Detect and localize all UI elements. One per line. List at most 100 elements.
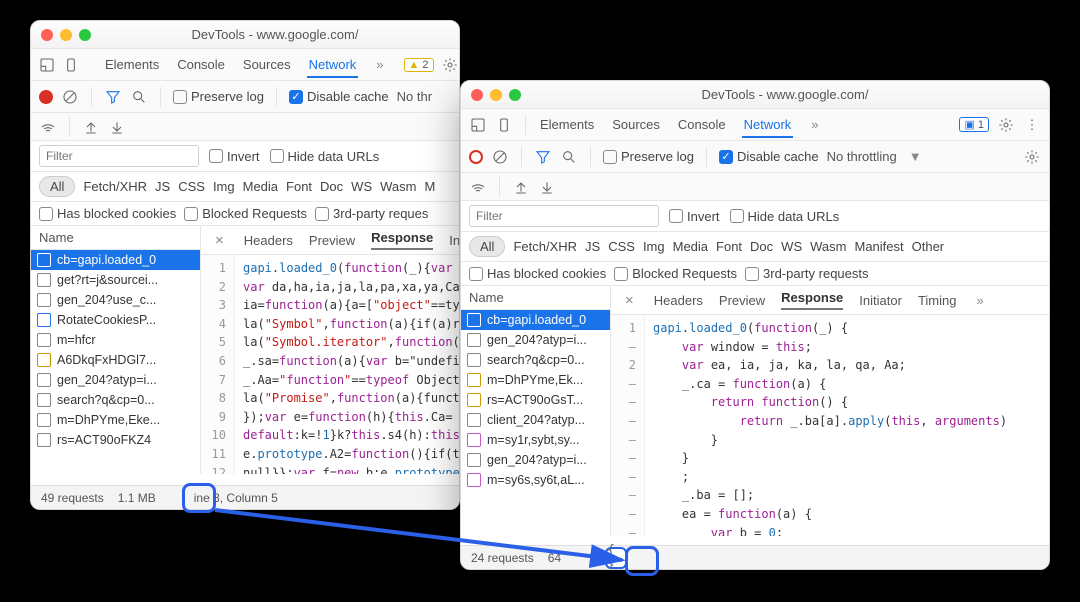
detail-tab-preview[interactable]: Preview	[309, 233, 355, 248]
type-img[interactable]: Img	[213, 179, 235, 194]
filter-funnel-icon[interactable]	[534, 148, 552, 166]
warning-badge[interactable]: ▲2	[404, 58, 434, 72]
type-ws[interactable]: WS	[781, 239, 802, 254]
type-media[interactable]: Media	[243, 179, 278, 194]
response-code-view[interactable]: 1–2––––––––––– gapi.loaded_0(function(_)…	[611, 315, 1049, 536]
more-tabs-chevron-icon[interactable]: »	[807, 117, 822, 132]
detail-tab-initiator[interactable]: Initiator	[859, 293, 902, 308]
blocked-requests-checkbox[interactable]: Blocked Requests	[184, 206, 307, 221]
tab-elements[interactable]: Elements	[538, 111, 596, 138]
detail-tab-initiator[interactable]: In	[449, 233, 459, 248]
more-menu-icon[interactable]: ⋮	[1023, 116, 1041, 134]
request-row[interactable]: m=DhPYme,Eke...	[31, 410, 200, 430]
titlebar[interactable]: DevTools - www.google.com/	[31, 21, 459, 49]
blocked-cookies-checkbox[interactable]: Has blocked cookies	[39, 206, 176, 221]
request-row[interactable]: gen_204?atyp=i...	[461, 330, 610, 350]
settings-gear-icon[interactable]	[997, 116, 1015, 134]
type-manifest[interactable]: Manifest	[854, 239, 903, 254]
search-icon[interactable]	[130, 88, 148, 106]
detail-tab-headers[interactable]: Headers	[244, 233, 293, 248]
type-font[interactable]: Font	[286, 179, 312, 194]
blocked-cookies-checkbox[interactable]: Has blocked cookies	[469, 266, 606, 281]
detail-tab-response[interactable]: Response	[781, 290, 843, 310]
hide-data-urls-checkbox[interactable]: Hide data URLs	[730, 209, 840, 224]
type-wasm[interactable]: Wasm	[810, 239, 846, 254]
response-code-view[interactable]: 123456789101112131415 gapi.loaded_0(func…	[201, 255, 459, 474]
tab-console[interactable]: Console	[676, 111, 728, 138]
detail-tab-timing[interactable]: Timing	[918, 293, 957, 308]
network-settings-gear-icon[interactable]	[1023, 148, 1041, 166]
close-window-button[interactable]	[41, 29, 53, 41]
type-manifest[interactable]: M	[424, 179, 435, 194]
search-icon[interactable]	[560, 148, 578, 166]
type-other[interactable]: Other	[912, 239, 945, 254]
disable-cache-checkbox[interactable]: Disable cache	[719, 149, 819, 164]
invert-checkbox[interactable]: Invert	[209, 149, 260, 164]
request-row[interactable]: search?q&cp=0...	[31, 390, 200, 410]
preserve-log-checkbox[interactable]: Preserve log	[603, 149, 694, 164]
record-button[interactable]	[39, 90, 53, 104]
request-row[interactable]: cb=gapi.loaded_0	[461, 310, 610, 330]
throttling-select[interactable]: No thr	[397, 89, 432, 104]
network-conditions-icon[interactable]	[39, 118, 57, 136]
invert-checkbox[interactable]: Invert	[669, 209, 720, 224]
tab-console[interactable]: Console	[175, 51, 227, 78]
minimize-window-button[interactable]	[60, 29, 72, 41]
request-row[interactable]: m=hfcr	[31, 330, 200, 350]
request-row[interactable]: gen_204?atyp=i...	[461, 450, 610, 470]
type-js[interactable]: JS	[585, 239, 600, 254]
network-conditions-icon[interactable]	[469, 178, 487, 196]
type-media[interactable]: Media	[673, 239, 708, 254]
detail-tab-preview[interactable]: Preview	[719, 293, 765, 308]
type-fetch[interactable]: Fetch/XHR	[513, 239, 577, 254]
tab-sources[interactable]: Sources	[610, 111, 662, 138]
request-row[interactable]: rs=ACT90oFKZ4	[31, 430, 200, 450]
settings-gear-icon[interactable]	[442, 56, 458, 74]
clear-icon[interactable]	[491, 148, 509, 166]
request-row[interactable]: gen_204?use_c...	[31, 290, 200, 310]
request-row[interactable]: m=sy1r,sybt,sy...	[461, 430, 610, 450]
type-js[interactable]: JS	[155, 179, 170, 194]
request-row[interactable]: cb=gapi.loaded_0	[31, 250, 200, 270]
pretty-print-button[interactable]: { }	[605, 547, 627, 569]
tab-sources[interactable]: Sources	[241, 51, 293, 78]
minimize-window-button[interactable]	[490, 89, 502, 101]
name-column-header[interactable]: Name	[39, 230, 74, 245]
type-doc[interactable]: Doc	[320, 179, 343, 194]
request-row[interactable]: gen_204?atyp=i...	[31, 370, 200, 390]
filter-input[interactable]	[469, 205, 659, 227]
type-img[interactable]: Img	[643, 239, 665, 254]
more-tabs-chevron-icon[interactable]: »	[372, 57, 387, 72]
device-toggle-icon[interactable]	[495, 116, 513, 134]
throttling-dropdown-icon[interactable]: ▼	[905, 149, 926, 164]
blocked-requests-checkbox[interactable]: Blocked Requests	[614, 266, 737, 281]
filter-input[interactable]	[39, 145, 199, 167]
third-party-checkbox[interactable]: 3rd-party reques	[315, 206, 428, 221]
download-har-icon[interactable]	[108, 118, 126, 136]
detail-tab-headers[interactable]: Headers	[654, 293, 703, 308]
type-ws[interactable]: WS	[351, 179, 372, 194]
close-detail-icon[interactable]: ×	[211, 232, 228, 249]
download-har-icon[interactable]	[538, 178, 556, 196]
hide-data-urls-checkbox[interactable]: Hide data URLs	[270, 149, 380, 164]
name-column-header[interactable]: Name	[469, 290, 504, 305]
inspect-element-icon[interactable]	[39, 56, 55, 74]
request-row[interactable]: client_204?atyp...	[461, 410, 610, 430]
request-row[interactable]: m=DhPYme,Ek...	[461, 370, 610, 390]
detail-tab-response[interactable]: Response	[371, 230, 433, 250]
throttling-select[interactable]: No throttling	[827, 149, 897, 164]
device-toggle-icon[interactable]	[63, 56, 79, 74]
request-row[interactable]: get?rt=j&sourcei...	[31, 270, 200, 290]
record-button[interactable]	[469, 150, 483, 164]
tab-network[interactable]: Network	[307, 51, 359, 78]
close-window-button[interactable]	[471, 89, 483, 101]
disable-cache-checkbox[interactable]: Disable cache	[289, 89, 389, 104]
type-wasm[interactable]: Wasm	[380, 179, 416, 194]
request-row[interactable]: rs=ACT90oGsT...	[461, 390, 610, 410]
maximize-window-button[interactable]	[79, 29, 91, 41]
request-row[interactable]: m=sy6s,sy6t,aL...	[461, 470, 610, 490]
request-row[interactable]: search?q&cp=0...	[461, 350, 610, 370]
type-all[interactable]: All	[469, 236, 505, 257]
type-fetch[interactable]: Fetch/XHR	[83, 179, 147, 194]
preserve-log-checkbox[interactable]: Preserve log	[173, 89, 264, 104]
